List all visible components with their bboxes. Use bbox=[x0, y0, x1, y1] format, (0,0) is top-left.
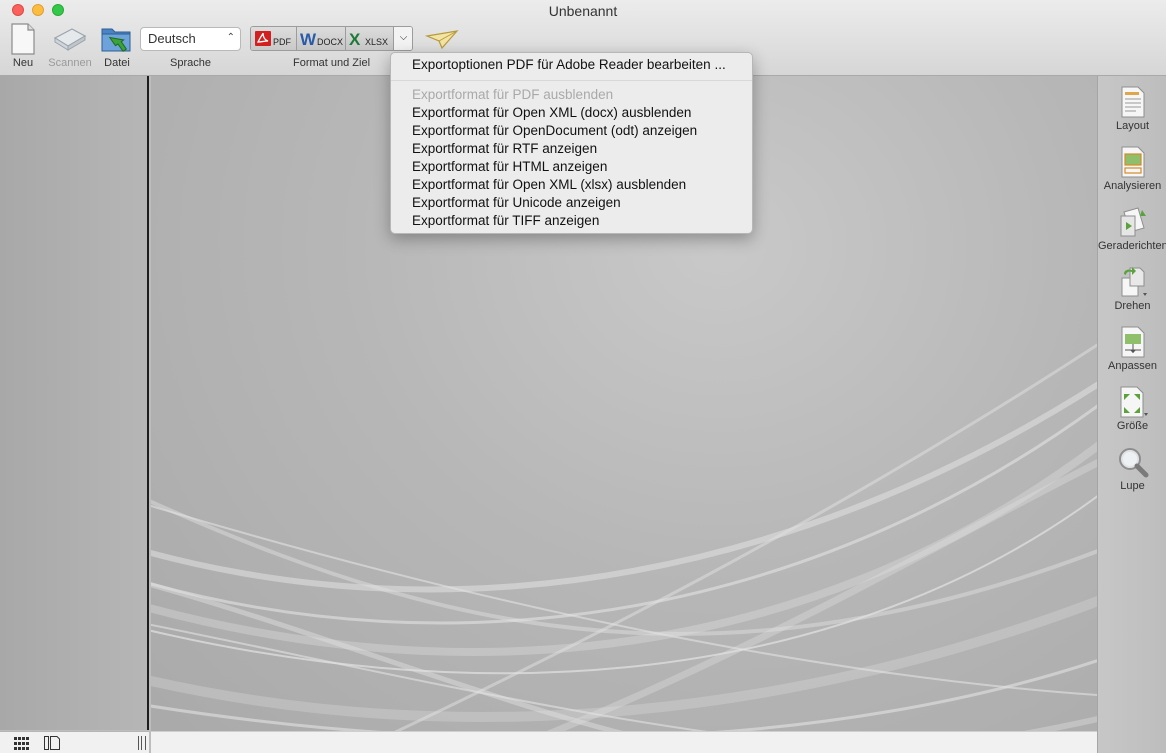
analyze-icon bbox=[1121, 146, 1144, 178]
tool-panel: Layout Analysieren Geraderichten Drehen bbox=[1097, 76, 1166, 753]
scanner-icon bbox=[53, 28, 87, 51]
tool-straighten-label: Geraderichten bbox=[1098, 240, 1166, 252]
menu-item-hide-xlsx[interactable]: Exportformat für Open XML (xlsx) ausblen… bbox=[412, 177, 686, 195]
tool-analyze-label: Analysieren bbox=[1103, 180, 1162, 192]
sidebar-resize-handle[interactable] bbox=[138, 736, 146, 750]
layout-icon bbox=[1121, 86, 1144, 118]
format-dropdown-menu: Exportoptionen PDF für Adobe Reader bear… bbox=[390, 52, 753, 234]
page-thumbnail-sidebar[interactable] bbox=[0, 76, 149, 730]
new-label: Neu bbox=[12, 57, 34, 69]
tool-adjust-button[interactable]: Anpassen bbox=[1098, 326, 1166, 372]
adjust-icon bbox=[1121, 326, 1144, 358]
window-title: Unbenannt bbox=[548, 3, 618, 19]
tool-resize-label: Größe bbox=[1116, 420, 1149, 432]
tool-straighten-button[interactable]: Geraderichten bbox=[1098, 206, 1166, 252]
page-view-icon[interactable] bbox=[44, 736, 60, 750]
scan-label: Scannen bbox=[48, 57, 92, 69]
tool-magnifier-label: Lupe bbox=[1120, 480, 1145, 492]
format-pdf-button[interactable]: PDF bbox=[251, 27, 297, 50]
menu-item-show-html[interactable]: Exportformat für HTML anzeigen bbox=[412, 159, 607, 177]
chevron-updown-icon: ⌃ bbox=[226, 32, 235, 43]
folder-import-icon bbox=[101, 28, 131, 53]
format-xlsx-label: XLSX bbox=[365, 37, 389, 47]
send-button[interactable] bbox=[424, 28, 460, 52]
scan-button[interactable]: Scannen bbox=[44, 22, 96, 70]
paper-plane-icon bbox=[424, 30, 459, 50]
language-select[interactable]: Deutsch ⌃ bbox=[140, 27, 241, 51]
menu-item-show-tiff[interactable]: Exportformat für TIFF anzeigen bbox=[412, 213, 599, 231]
format-docx-button[interactable]: W DOCX bbox=[297, 27, 346, 50]
format-xlsx-button[interactable]: X XLSX bbox=[346, 27, 394, 50]
menu-item-edit-pdf-options[interactable]: Exportoptionen PDF für Adobe Reader bear… bbox=[412, 57, 726, 75]
grid-view-icon[interactable] bbox=[14, 737, 30, 750]
chevron-down-icon: ⌵ bbox=[399, 32, 408, 43]
format-pdf-label: PDF bbox=[273, 37, 291, 47]
file-label: Datei bbox=[104, 57, 130, 69]
menu-item-show-odt[interactable]: Exportformat für OpenDocument (odt) anze… bbox=[412, 123, 697, 141]
tool-adjust-label: Anpassen bbox=[1108, 360, 1157, 372]
tool-layout-label: Layout bbox=[1115, 120, 1150, 132]
status-bar bbox=[151, 731, 1097, 753]
new-button[interactable]: Neu bbox=[4, 22, 42, 70]
format-label: Format und Ziel bbox=[292, 57, 371, 69]
menu-separator bbox=[391, 80, 752, 81]
svg-text:W: W bbox=[300, 30, 317, 48]
format-dropdown-button[interactable]: ⌵ bbox=[394, 27, 412, 50]
menu-item-show-rtf[interactable]: Exportformat für RTF anzeigen bbox=[412, 141, 597, 159]
format-docx-label: DOCX bbox=[317, 37, 344, 47]
language-label: Sprache bbox=[170, 57, 211, 69]
resize-icon bbox=[1120, 386, 1148, 418]
tool-resize-button[interactable]: Größe bbox=[1098, 386, 1166, 432]
magnifier-icon bbox=[1118, 448, 1148, 478]
format-segmented-control: PDF W DOCX X XLSX ⌵ bbox=[250, 26, 413, 51]
svg-text:X: X bbox=[349, 30, 361, 48]
menu-item-show-unicode[interactable]: Exportformat für Unicode anzeigen bbox=[412, 195, 621, 213]
new-document-icon bbox=[11, 23, 35, 55]
menu-item-hide-docx[interactable]: Exportformat für Open XML (docx) ausblen… bbox=[412, 105, 691, 123]
tool-magnifier-button[interactable]: Lupe bbox=[1098, 446, 1166, 492]
tool-rotate-label: Drehen bbox=[1114, 300, 1151, 312]
straighten-icon bbox=[1120, 207, 1146, 237]
tool-rotate-button[interactable]: Drehen bbox=[1098, 266, 1166, 312]
file-button[interactable]: Datei bbox=[98, 22, 136, 70]
rotate-icon bbox=[1121, 267, 1147, 297]
tool-analyze-button[interactable]: Analysieren bbox=[1098, 146, 1166, 192]
tool-layout-button[interactable]: Layout bbox=[1098, 86, 1166, 132]
sidebar-bottom-bar bbox=[0, 731, 149, 753]
menu-item-hide-pdf: Exportformat für PDF ausblenden bbox=[412, 87, 614, 102]
pdf-icon bbox=[255, 31, 271, 46]
language-value: Deutsch bbox=[148, 31, 196, 46]
